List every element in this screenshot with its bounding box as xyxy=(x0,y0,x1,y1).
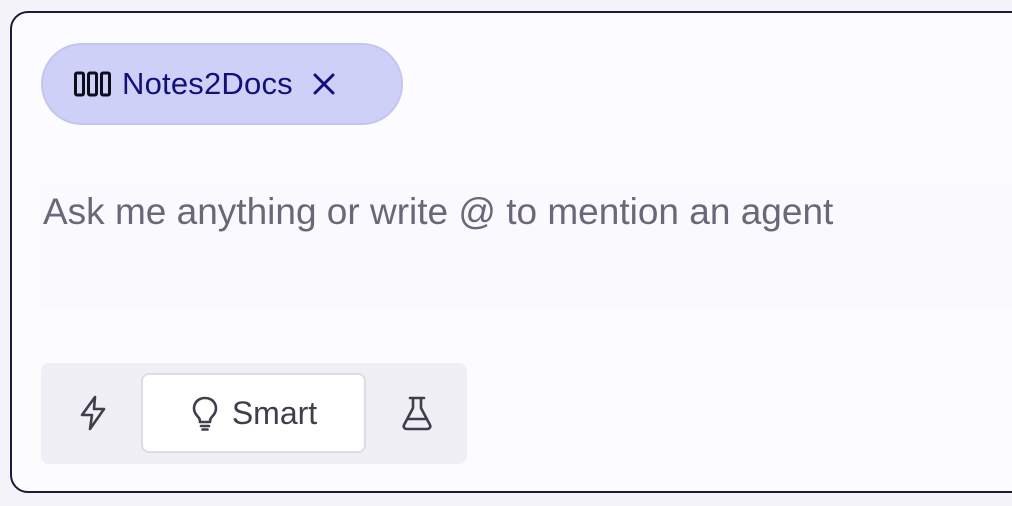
chat-composer: Notes2Docs Smart xyxy=(10,11,1012,493)
agent-chip-label: Notes2Docs xyxy=(122,66,293,101)
columns-icon xyxy=(74,71,112,97)
fast-mode-button[interactable] xyxy=(71,391,115,435)
smart-mode-button[interactable]: Smart xyxy=(141,373,366,453)
smart-mode-label: Smart xyxy=(231,394,318,431)
prompt-input[interactable] xyxy=(41,183,1012,308)
remove-agent-button[interactable] xyxy=(311,71,337,97)
experimental-mode-button[interactable] xyxy=(395,391,439,435)
lightbulb-icon xyxy=(192,396,218,431)
close-icon xyxy=(313,73,335,95)
agent-chip[interactable]: Notes2Docs xyxy=(41,43,403,125)
mode-selector: Smart xyxy=(41,363,467,464)
flask-icon xyxy=(402,396,432,431)
lightning-icon xyxy=(80,395,106,431)
